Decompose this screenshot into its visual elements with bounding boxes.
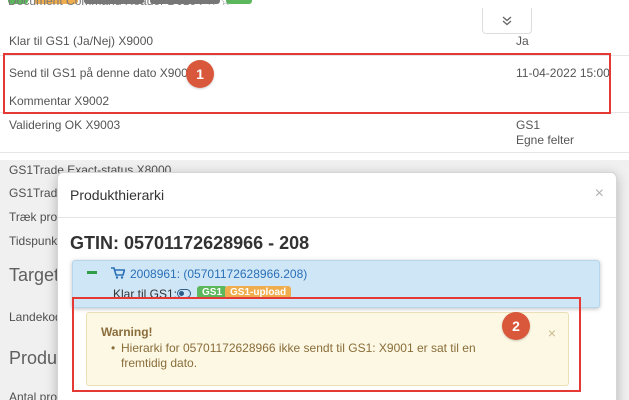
field-value-validering: GS1 bbox=[516, 118, 541, 132]
annotation-marker: 1 bbox=[186, 60, 214, 88]
field-value-validering-2: Egne felter bbox=[516, 133, 575, 147]
field-label-validering: Validering OK X9003 bbox=[9, 118, 121, 132]
collapse-toggle-button[interactable] bbox=[482, 8, 532, 34]
gtin-heading: GTIN: 05701172628966 - 208 bbox=[70, 233, 310, 253]
collapse-minus-icon[interactable] bbox=[87, 271, 97, 274]
annotation-highlight-box bbox=[72, 297, 581, 392]
modal-title: Produkthierarki bbox=[70, 187, 165, 203]
double-chevron-down-icon bbox=[502, 16, 512, 25]
annotation-highlight-box bbox=[3, 53, 611, 114]
document-header-text: Document Command Header D0104 ★ ☆ bbox=[8, 0, 231, 8]
node-product-link[interactable]: 2008961: (05701172628966.208) bbox=[130, 267, 307, 281]
annotation-marker: 2 bbox=[502, 312, 530, 340]
field-value-klar: Ja bbox=[516, 34, 529, 48]
close-icon[interactable]: × bbox=[595, 185, 604, 203]
modal-header: Produkthierarki × bbox=[58, 173, 616, 218]
shopping-cart-icon bbox=[111, 267, 125, 279]
field-label-klar: Klar til GS1 (Ja/Nej) X9000 bbox=[9, 34, 154, 48]
row-divider bbox=[0, 152, 629, 153]
